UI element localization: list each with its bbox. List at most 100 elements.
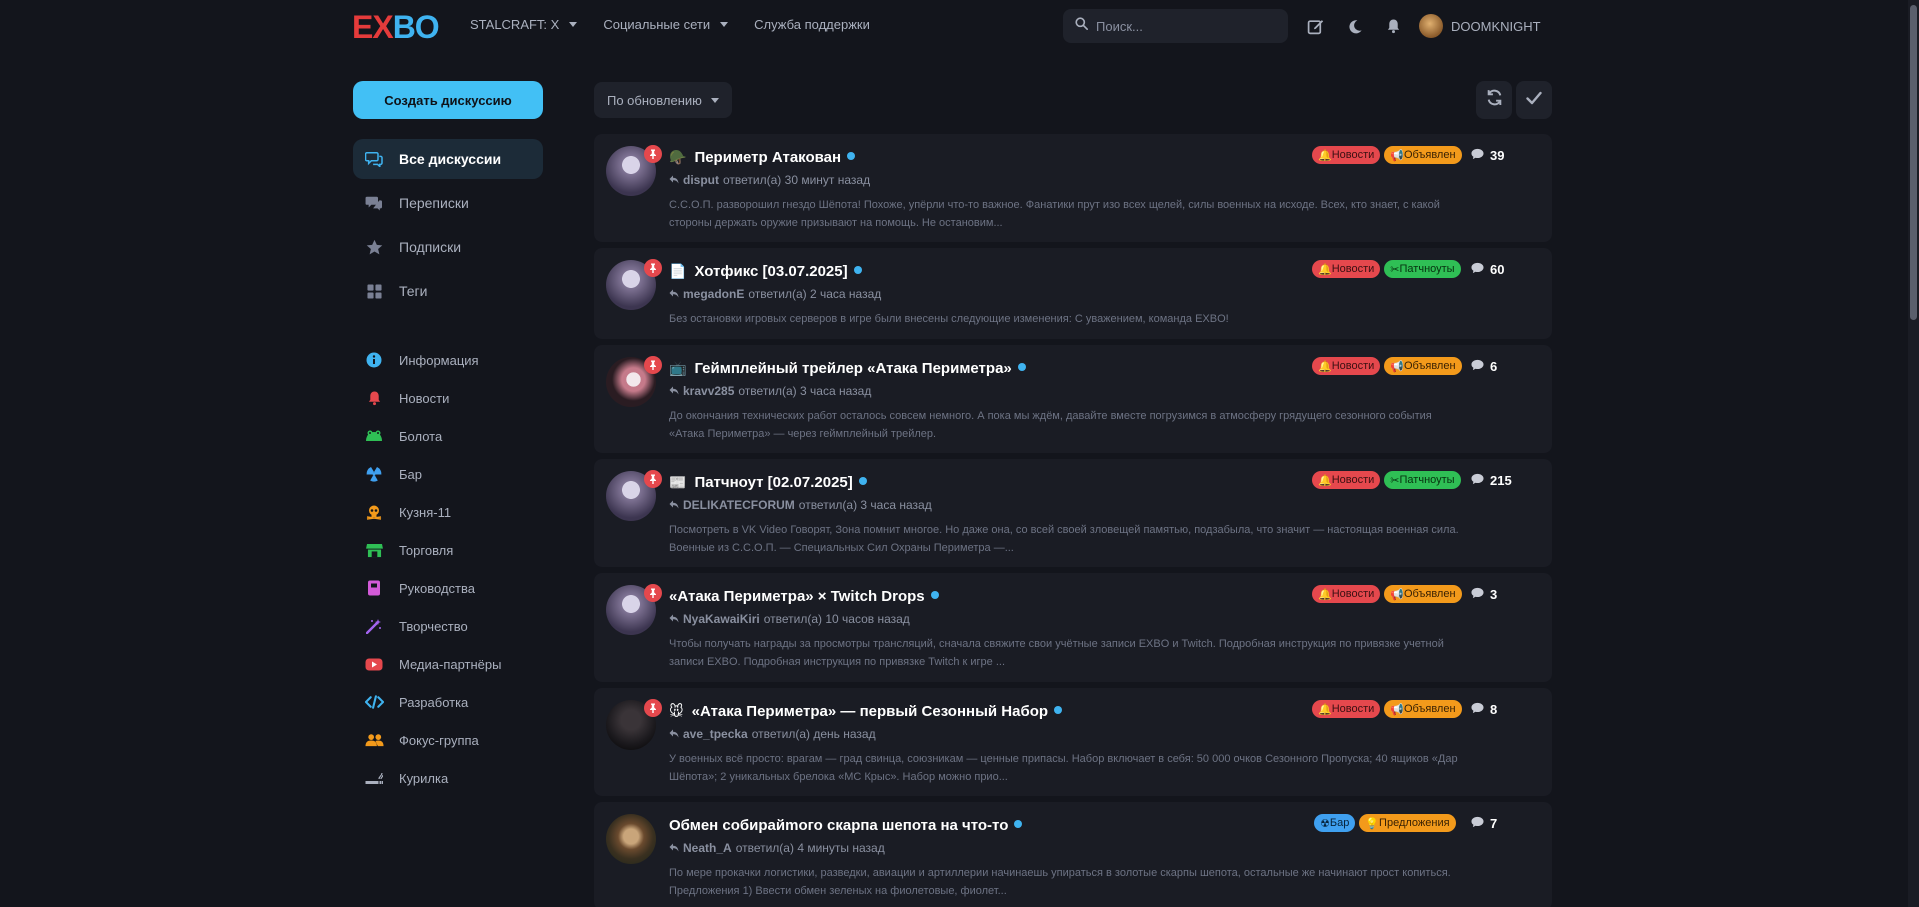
tag-news[interactable]: 🔔 Новости: [1312, 471, 1381, 489]
bell-icon[interactable]: [1383, 16, 1403, 36]
search-box[interactable]: [1063, 9, 1288, 43]
tools-icon: ✂: [1390, 263, 1400, 276]
sidebar-tag-news[interactable]: Новости: [353, 379, 543, 417]
sidebar-tag-label: Разработка: [399, 694, 469, 710]
mark-all-read-button[interactable]: [1516, 81, 1552, 119]
sidebar-tag-development[interactable]: Разработка: [353, 683, 543, 721]
discussion-title[interactable]: 📰 Патчноут [02.07.2025]: [669, 474, 867, 491]
comment-icon: [1471, 262, 1484, 277]
search-icon: [1075, 17, 1088, 35]
sidebar-tag-creativity[interactable]: Творчество: [353, 607, 543, 645]
create-discussion-button[interactable]: Создать дискуссию: [353, 81, 543, 119]
sort-dropdown[interactable]: По обновлению: [594, 82, 732, 118]
reply-time[interactable]: 3 часа назад: [800, 384, 871, 398]
tag-patchnotes[interactable]: ✂ Патчноуты: [1384, 471, 1461, 489]
tag-label: Объявлен: [1404, 703, 1456, 715]
bell-icon: 🔔: [1318, 474, 1332, 487]
sidebar-tag-forge[interactable]: Кузня-11: [353, 493, 543, 531]
tag-news[interactable]: 🔔 Новости: [1312, 260, 1381, 278]
top-header: EX BO STALCRAFT: X Социальные сети Служба…: [0, 0, 1919, 52]
reply-time[interactable]: 30 минут назад: [785, 173, 870, 187]
tag-announcement[interactable]: 📢 Объявлен: [1384, 700, 1462, 718]
page-scrollbar[interactable]: [1908, 0, 1919, 907]
discussions-icon: [363, 148, 385, 170]
bell-icon: [363, 387, 385, 409]
discussion-title[interactable]: 📺 Геймплейный трейлер «Атака Периметра»: [669, 360, 1026, 377]
tag-bar[interactable]: ☢ Бар: [1314, 814, 1356, 832]
sidebar-tag-bar[interactable]: Бар: [353, 455, 543, 493]
moon-icon[interactable]: [1345, 16, 1365, 36]
scrollbar-thumb[interactable]: [1910, 5, 1917, 320]
tag-announcement[interactable]: 📢 Объявлен: [1384, 585, 1462, 603]
reply-username[interactable]: NyaKawaiKiri: [683, 612, 760, 626]
discussion-card[interactable]: 🐭 «Атака Периметра» — первый Сезонный На…: [594, 688, 1552, 796]
reply-username[interactable]: DELIKATECFORUM: [683, 498, 795, 512]
discussion-excerpt: У военных всё просто: врагам — град свин…: [669, 753, 1458, 783]
unread-dot: [930, 590, 939, 599]
sidebar-tag-info[interactable]: Информация: [353, 341, 543, 379]
tag-news[interactable]: 🔔 Новости: [1312, 357, 1381, 375]
unread-dot: [847, 151, 856, 160]
tag-patchnotes[interactable]: ✂ Патчноуты: [1384, 260, 1461, 278]
reply-icon: [669, 384, 679, 398]
reply-time[interactable]: 4 минуты назад: [797, 841, 884, 855]
discussion-card[interactable]: 📄 Хотфикс [03.07.2025] megadonE ответил(…: [594, 248, 1552, 339]
nav-stalcraft[interactable]: STALCRAFT: X: [470, 17, 578, 32]
tag-news[interactable]: 🔔 Новости: [1312, 700, 1381, 718]
sort-label: По обновлению: [607, 92, 702, 108]
reply-time[interactable]: 3 часа назад: [860, 498, 931, 512]
tag-label: Новости: [1331, 149, 1375, 161]
edit-icon[interactable]: [1305, 16, 1325, 36]
reply-username[interactable]: megadonE: [683, 287, 744, 301]
comment-icon: [1471, 148, 1484, 163]
title-text: Обмен собирайmого скарпа шепота на что-т…: [669, 817, 1009, 834]
discussion-card[interactable]: 📺 Геймплейный трейлер «Атака Периметра» …: [594, 345, 1552, 453]
tag-label: Новости: [1331, 588, 1375, 600]
user-menu[interactable]: DOOMKNIGHT: [1419, 14, 1541, 38]
sidebar-tag-focus-group[interactable]: Фокус-группа: [353, 721, 543, 759]
sidebar-tag-guides[interactable]: Руководства: [353, 569, 543, 607]
sidebar-tag-smoking-room[interactable]: Курилка: [353, 759, 543, 797]
discussion-title[interactable]: «Атака Периметра» × Twitch Drops: [669, 588, 939, 605]
reply-time[interactable]: день назад: [813, 727, 875, 741]
reply-username[interactable]: kravv285: [683, 384, 734, 398]
discussion-title[interactable]: 📄 Хотфикс [03.07.2025]: [669, 263, 862, 280]
nav-social[interactable]: Социальные сети: [603, 17, 729, 32]
discussion-title[interactable]: 🪖 Периметр Атакован: [669, 149, 856, 166]
sidebar-item-messages[interactable]: Переписки: [353, 183, 543, 223]
sidebar-tag-label: Кузня-11: [399, 504, 452, 520]
sidebar-tag-swamps[interactable]: Болота: [353, 417, 543, 455]
exbo-logo[interactable]: EX BO: [352, 10, 440, 44]
title-emoji: 📺: [669, 360, 687, 376]
discussion-excerpt: Чтобы получать награды за просмотры тран…: [669, 638, 1444, 668]
discussion-card[interactable]: 🪖 Периметр Атакован disput ответил(а) 30…: [594, 134, 1552, 242]
reply-icon: [669, 173, 679, 187]
reply-icon: [669, 287, 679, 301]
reply-username[interactable]: disput: [683, 173, 719, 187]
sidebar-item-tags[interactable]: Теги: [353, 271, 543, 311]
reply-username[interactable]: ave_tpecka: [683, 727, 748, 741]
nav-support[interactable]: Служба поддержки: [754, 17, 870, 32]
sidebar-item-all-discussions[interactable]: Все дискуссии: [353, 139, 543, 179]
users-icon: [363, 729, 385, 751]
discussion-title[interactable]: Обмен собирайmого скарпа шепота на что-т…: [669, 817, 1023, 834]
avatar[interactable]: [606, 814, 656, 864]
tag-proposals[interactable]: 💡 Предложения: [1359, 814, 1456, 832]
reply-time[interactable]: 10 часов назад: [825, 612, 909, 626]
bell-icon: 🔔: [1318, 149, 1332, 162]
tag-news[interactable]: 🔔 Новости: [1312, 146, 1381, 164]
tag-announcement[interactable]: 📢 Объявлен: [1384, 357, 1462, 375]
sidebar-tag-trade[interactable]: Торговля: [353, 531, 543, 569]
discussion-card[interactable]: Обмен собирайmого скарпа шепота на что-т…: [594, 802, 1552, 907]
discussion-card[interactable]: «Атака Периметра» × Twitch Drops NyaKawa…: [594, 573, 1552, 682]
discussion-card[interactable]: 📰 Патчноут [02.07.2025] DELIKATECFORUM о…: [594, 459, 1552, 567]
search-input[interactable]: [1096, 18, 1276, 34]
reply-time[interactable]: 2 часа назад: [810, 287, 881, 301]
reply-username[interactable]: Neath_A: [683, 841, 732, 855]
sidebar-tag-media[interactable]: Медиа-партнёры: [353, 645, 543, 683]
tag-news[interactable]: 🔔 Новости: [1312, 585, 1381, 603]
tag-announcement[interactable]: 📢 Объявлен: [1384, 146, 1462, 164]
sidebar-item-subscriptions[interactable]: Подписки: [353, 227, 543, 267]
refresh-button[interactable]: [1476, 81, 1512, 119]
discussion-title[interactable]: 🐭 «Атака Периметра» — первый Сезонный На…: [669, 703, 1063, 720]
